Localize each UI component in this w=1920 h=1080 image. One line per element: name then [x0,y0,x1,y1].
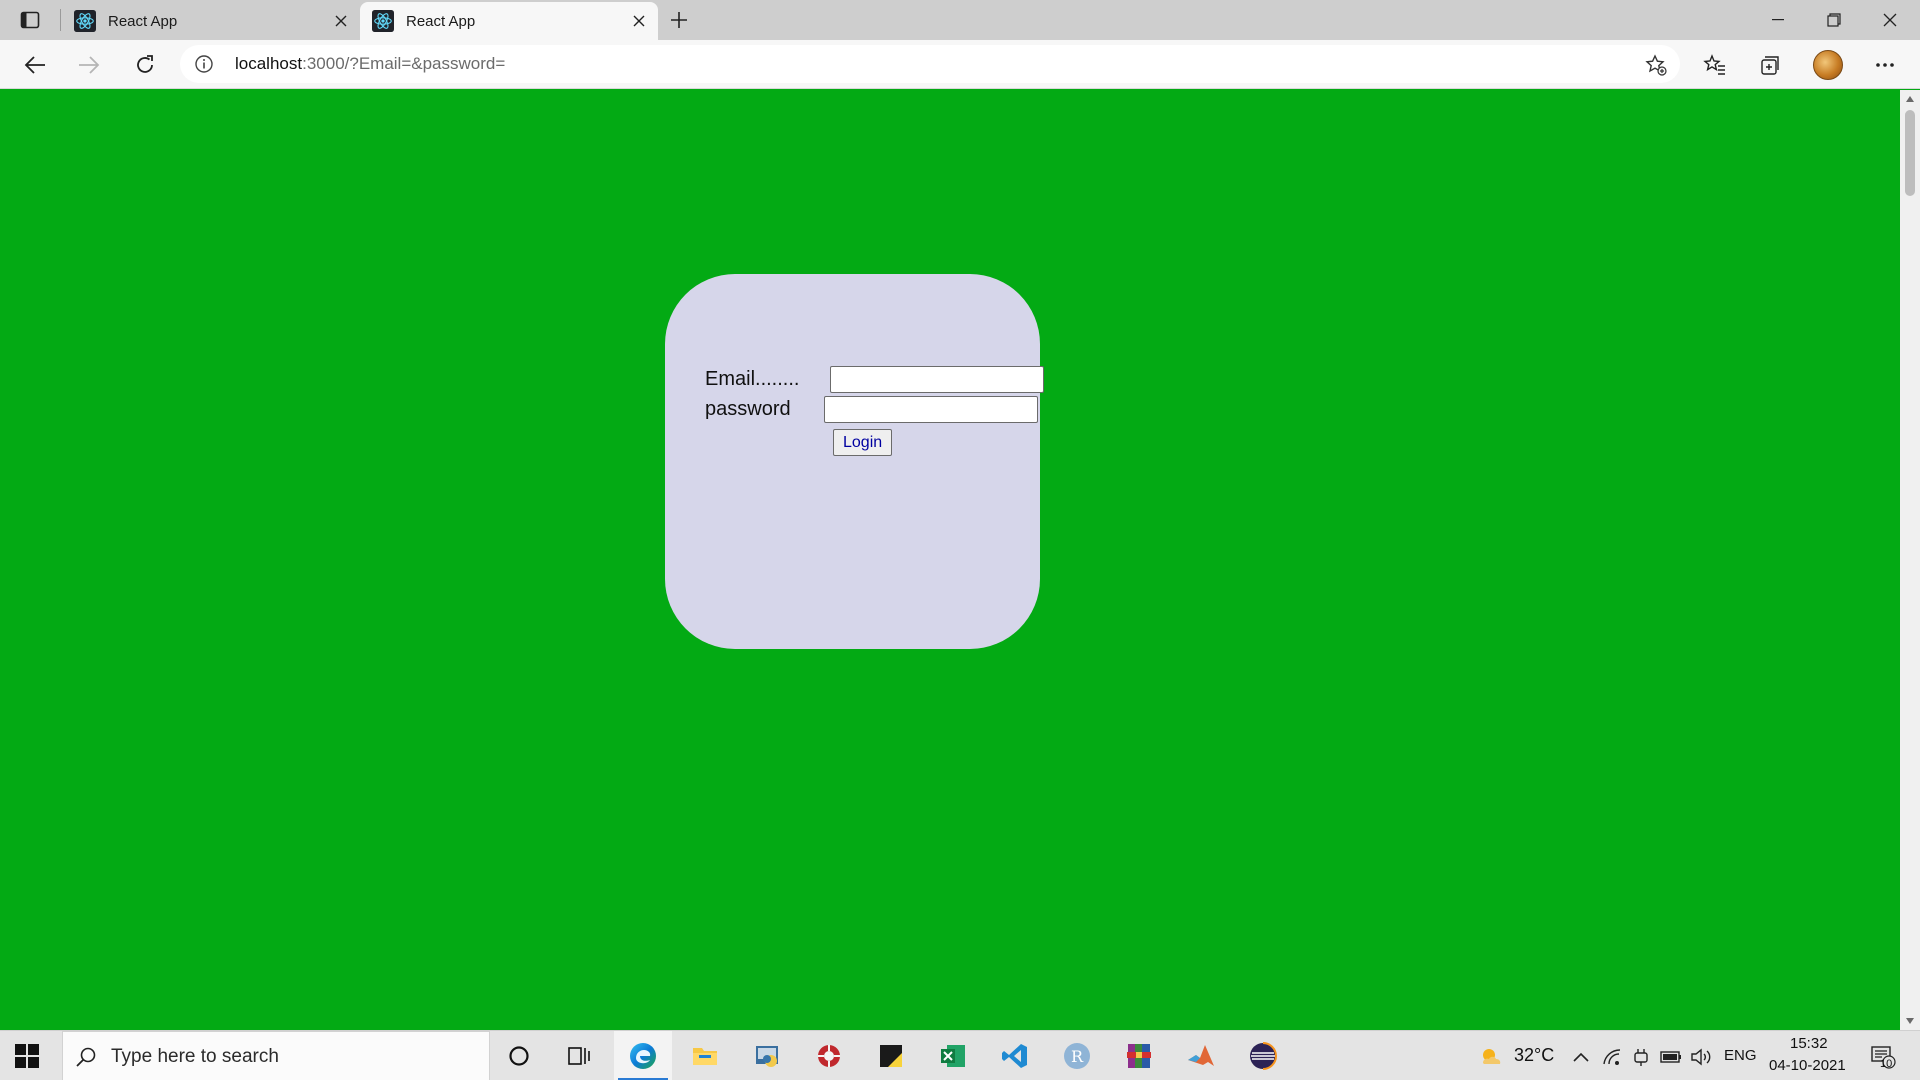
power-plug-icon[interactable] [1630,1046,1652,1068]
scroll-thumb[interactable] [1905,110,1915,196]
weather-icon[interactable] [1477,1046,1505,1068]
address-bar[interactable]: localhost:3000/?Email=&password= [180,45,1680,83]
chevron-up-icon[interactable] [1570,1046,1592,1068]
react-favicon-icon [74,10,96,32]
forward-icon[interactable] [72,49,106,81]
minimize-icon[interactable] [1750,0,1806,40]
restore-icon[interactable] [1806,0,1862,40]
app-red-icon[interactable] [800,1031,858,1080]
wifi-icon[interactable] [1601,1046,1623,1068]
tab-title: React App [406,12,476,30]
react-favicon-icon [372,10,394,32]
tab-react-app-1[interactable]: React App [62,2,360,40]
r-icon[interactable]: R [1048,1031,1106,1080]
taskbar-search[interactable]: Type here to search [62,1031,490,1080]
tab-separator [60,9,61,31]
tab-actions-icon[interactable] [16,8,44,32]
task-view-icon[interactable] [550,1031,608,1080]
notification-count: 10 [1880,1058,1893,1070]
favorites-icon[interactable] [1700,50,1730,80]
page-viewport: Email........ password Login [0,90,1900,1030]
profile-avatar[interactable] [1813,50,1843,80]
tab-title: React App [108,12,178,30]
search-placeholder: Type here to search [111,1046,279,1067]
scroll-down-icon[interactable] [1906,1018,1914,1024]
search-icon [76,1047,96,1067]
volume-icon[interactable] [1690,1046,1712,1068]
password-field[interactable] [823,396,1038,423]
sticky-notes-icon[interactable] [862,1031,920,1080]
winrar-icon[interactable] [1110,1031,1168,1080]
clock-time[interactable]: 15:32 [1790,1035,1828,1052]
matlab-icon[interactable] [1172,1031,1230,1080]
clock-date[interactable]: 04-10-2021 [1769,1057,1846,1074]
email-label: Email........ [705,368,800,390]
login-card: Email........ password Login [665,274,1045,649]
python-icon[interactable] [738,1031,796,1080]
page-scrollbar[interactable] [1900,90,1920,1030]
vscode-icon[interactable] [986,1031,1044,1080]
taskbar: Type here to search R 32°C ENG 15:32 04-… [0,1030,1920,1080]
tab-react-app-2[interactable]: React App [360,2,658,40]
password-label: password [705,398,791,420]
tab-close-icon[interactable] [332,12,350,30]
new-tab-icon[interactable] [665,8,693,32]
windows-start-icon[interactable] [14,1043,40,1069]
eclipse-icon[interactable] [1234,1031,1292,1080]
add-favorite-icon[interactable] [1644,53,1668,77]
email-row: Email........ [705,366,1045,393]
battery-icon[interactable] [1660,1046,1682,1068]
file-explorer-icon[interactable] [676,1031,734,1080]
email-field[interactable] [830,366,1045,393]
weather-temp[interactable]: 32°C [1514,1045,1554,1066]
close-window-icon[interactable] [1862,0,1918,40]
password-row: password [705,396,1038,423]
site-info-icon[interactable] [194,54,214,74]
tab-close-icon[interactable] [630,12,648,30]
url-text: localhost:3000/?Email=&password= [235,54,506,73]
browser-toolbar: localhost:3000/?Email=&password= [0,40,1920,89]
language-indicator[interactable]: ENG [1724,1047,1757,1064]
back-icon[interactable] [18,49,52,81]
refresh-icon[interactable] [128,49,162,81]
more-options-icon[interactable] [1870,50,1900,80]
cortana-icon[interactable] [490,1031,548,1080]
edge-icon[interactable] [614,1031,672,1080]
excel-icon[interactable] [924,1031,982,1080]
tab-strip: React App React App [0,0,1920,40]
svg-text:R: R [1071,1047,1084,1066]
collections-icon[interactable] [1755,50,1785,80]
scroll-up-icon[interactable] [1906,96,1914,102]
login-button[interactable]: Login [833,429,893,456]
